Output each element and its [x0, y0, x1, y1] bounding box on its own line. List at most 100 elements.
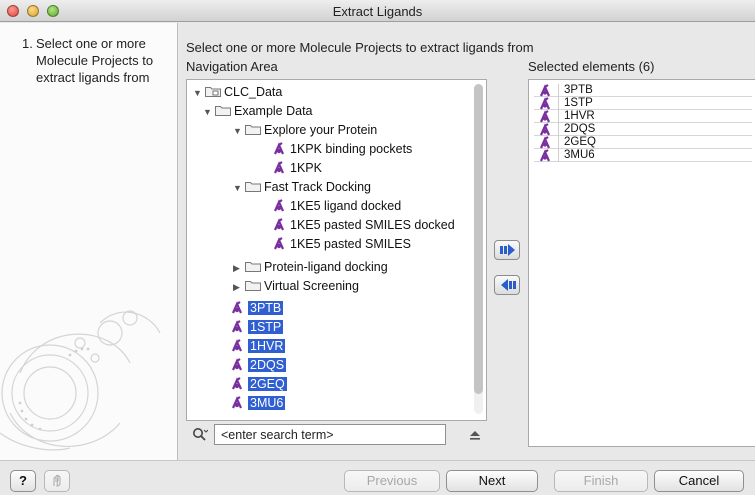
tree-item-selected[interactable]: 2GEQ	[231, 376, 287, 393]
wizard-step-1: 1. Select one or more Molecule Projects …	[22, 35, 174, 86]
molecule-project-icon	[273, 218, 285, 231]
column-divider	[558, 136, 559, 149]
tree-item-1kpk[interactable]: 1KPK	[273, 160, 322, 177]
molecule-project-icon	[231, 377, 243, 390]
expanded-triangle-icon[interactable]: ▼	[233, 123, 245, 140]
list-item[interactable]: 1STP	[534, 97, 752, 110]
collapsed-triangle-icon[interactable]: ▶	[233, 260, 245, 277]
tree-item-selected[interactable]: 3MU6	[231, 395, 286, 412]
help-button[interactable]: ?	[10, 470, 36, 492]
tree-item-virtual-screening[interactable]: ▶ Virtual Screening	[233, 278, 359, 295]
tree-item-selected[interactable]: 1STP	[231, 319, 284, 336]
remove-from-selected-button[interactable]	[494, 275, 520, 295]
list-item[interactable]: 1HVR	[534, 110, 752, 123]
list-item[interactable]: 2DQS	[534, 123, 752, 136]
navigation-tree[interactable]: ▼ CLC_Data ▼ Example Data ▼ Explore your Pr…	[186, 79, 487, 421]
expanded-triangle-icon[interactable]: ▼	[233, 180, 245, 197]
search-input[interactable]	[214, 424, 446, 445]
molecule-project-icon	[539, 110, 551, 123]
scrollbar-thumb[interactable]	[474, 84, 483, 394]
molecule-project-icon	[231, 301, 243, 314]
navigation-area-heading: Navigation Area	[186, 59, 278, 74]
list-item[interactable]: 3PTB	[534, 84, 752, 97]
tree-label: Fast Track Docking	[264, 180, 371, 194]
molecule-project-icon	[539, 149, 551, 162]
tree-label: 1STP	[248, 320, 284, 334]
tree-label: 1KPK binding pockets	[290, 142, 413, 156]
tree-item-selected[interactable]: 1HVR	[231, 338, 286, 355]
extract-ligands-dialog: Extract Ligands 1. Select one or more Mo…	[0, 0, 755, 495]
molecule-project-icon	[273, 199, 285, 212]
next-button[interactable]: Next	[446, 470, 538, 492]
tree-label: 3PTB	[248, 301, 284, 315]
selected-elements-table: 3PTB 1STP 1HVR 2DQS 2GEQ 3MU6	[534, 84, 752, 162]
tree-label: Protein-ligand docking	[264, 260, 388, 274]
arrow-right-icon	[500, 244, 515, 256]
wizard-steps-panel: 1. Select one or more Molecule Projects …	[0, 23, 178, 460]
cancel-button[interactable]: Cancel	[654, 470, 744, 492]
arrow-left-icon	[501, 279, 516, 291]
restore-defaults-button[interactable]	[44, 470, 70, 492]
molecule-project-icon	[231, 339, 243, 352]
list-item-label: 1STP	[564, 97, 593, 109]
expanded-triangle-icon[interactable]: ▼	[203, 104, 215, 121]
list-item-label: 2GEQ	[564, 136, 596, 148]
tree-item-1ke5-pasted-smiles-docked[interactable]: 1KE5 pasted SMILES docked	[273, 217, 455, 234]
folder-icon	[245, 262, 261, 272]
eject-options-icon[interactable]	[468, 428, 482, 442]
tree-item-fast-track-docking[interactable]: ▼ Fast Track Docking	[233, 179, 371, 196]
molecule-project-icon	[273, 161, 285, 174]
expanded-triangle-icon[interactable]: ▼	[193, 85, 205, 102]
instruction-text: Select one or more Molecule Projects to …	[186, 40, 534, 55]
database-folder-icon	[205, 87, 221, 97]
molecule-project-icon	[273, 142, 285, 155]
tree-item-selected[interactable]: 2DQS	[231, 357, 287, 374]
previous-button[interactable]: Previous	[344, 470, 440, 492]
tree-label: CLC_Data	[224, 85, 283, 99]
finish-button[interactable]: Finish	[554, 470, 648, 492]
step-number: 1.	[22, 36, 33, 51]
tree-label: Virtual Screening	[264, 279, 359, 293]
list-item[interactable]: 2GEQ	[534, 136, 752, 149]
reset-hand-icon	[53, 474, 61, 487]
list-item-label: 3PTB	[564, 84, 593, 96]
tree-label: 1HVR	[248, 339, 286, 353]
list-item[interactable]: 3MU6	[534, 149, 752, 162]
molecule-project-icon	[539, 123, 551, 136]
column-divider	[558, 110, 559, 123]
folder-open-icon	[245, 182, 261, 192]
tree-label: 1KE5 pasted SMILES docked	[290, 218, 455, 232]
molecule-project-icon	[273, 237, 285, 250]
molecule-project-icon	[231, 320, 243, 333]
search-bar	[186, 424, 487, 446]
list-item-label: 3MU6	[564, 149, 595, 161]
tree-item-1ke5-pasted-smiles[interactable]: 1KE5 pasted SMILES	[273, 236, 411, 253]
molecule-project-icon	[231, 396, 243, 409]
collapsed-triangle-icon[interactable]: ▶	[233, 279, 245, 296]
molecule-project-icon	[539, 136, 551, 149]
tree-item-example-data[interactable]: ▼ Example Data	[203, 103, 313, 120]
search-icon[interactable]	[192, 427, 208, 443]
tree-label: 3MU6	[248, 396, 286, 410]
column-divider	[558, 123, 559, 136]
tree-item-protein-ligand-docking[interactable]: ▶ Protein-ligand docking	[233, 259, 388, 276]
clc-swirl-watermark-icon	[0, 310, 161, 451]
tree-item-explore-your-protein[interactable]: ▼ Explore your Protein	[233, 122, 377, 139]
folder-open-icon	[215, 106, 231, 116]
window-title: Extract Ligands	[332, 4, 423, 19]
tree-item-1ke5-ligand-docked[interactable]: 1KE5 ligand docked	[273, 198, 401, 215]
tree-label: 1KPK	[290, 161, 322, 175]
column-divider	[558, 97, 559, 110]
tree-item-selected[interactable]: 3PTB	[231, 300, 284, 317]
vertical-scrollbar[interactable]	[474, 84, 483, 414]
molecule-project-icon	[539, 84, 551, 97]
title-bar: Extract Ligands	[0, 0, 755, 22]
folder-open-icon	[245, 125, 261, 135]
selected-elements-heading: Selected elements (6)	[528, 59, 655, 74]
add-to-selected-button[interactable]	[494, 240, 520, 260]
tree-label: 1KE5 ligand docked	[290, 199, 402, 213]
tree-item-1kpk-binding-pockets[interactable]: 1KPK binding pockets	[273, 141, 412, 158]
tree-item-clc-data[interactable]: ▼ CLC_Data	[193, 84, 282, 101]
molecule-project-icon	[539, 97, 551, 110]
selected-elements-list[interactable]: 3PTB 1STP 1HVR 2DQS 2GEQ 3MU6	[528, 79, 755, 447]
